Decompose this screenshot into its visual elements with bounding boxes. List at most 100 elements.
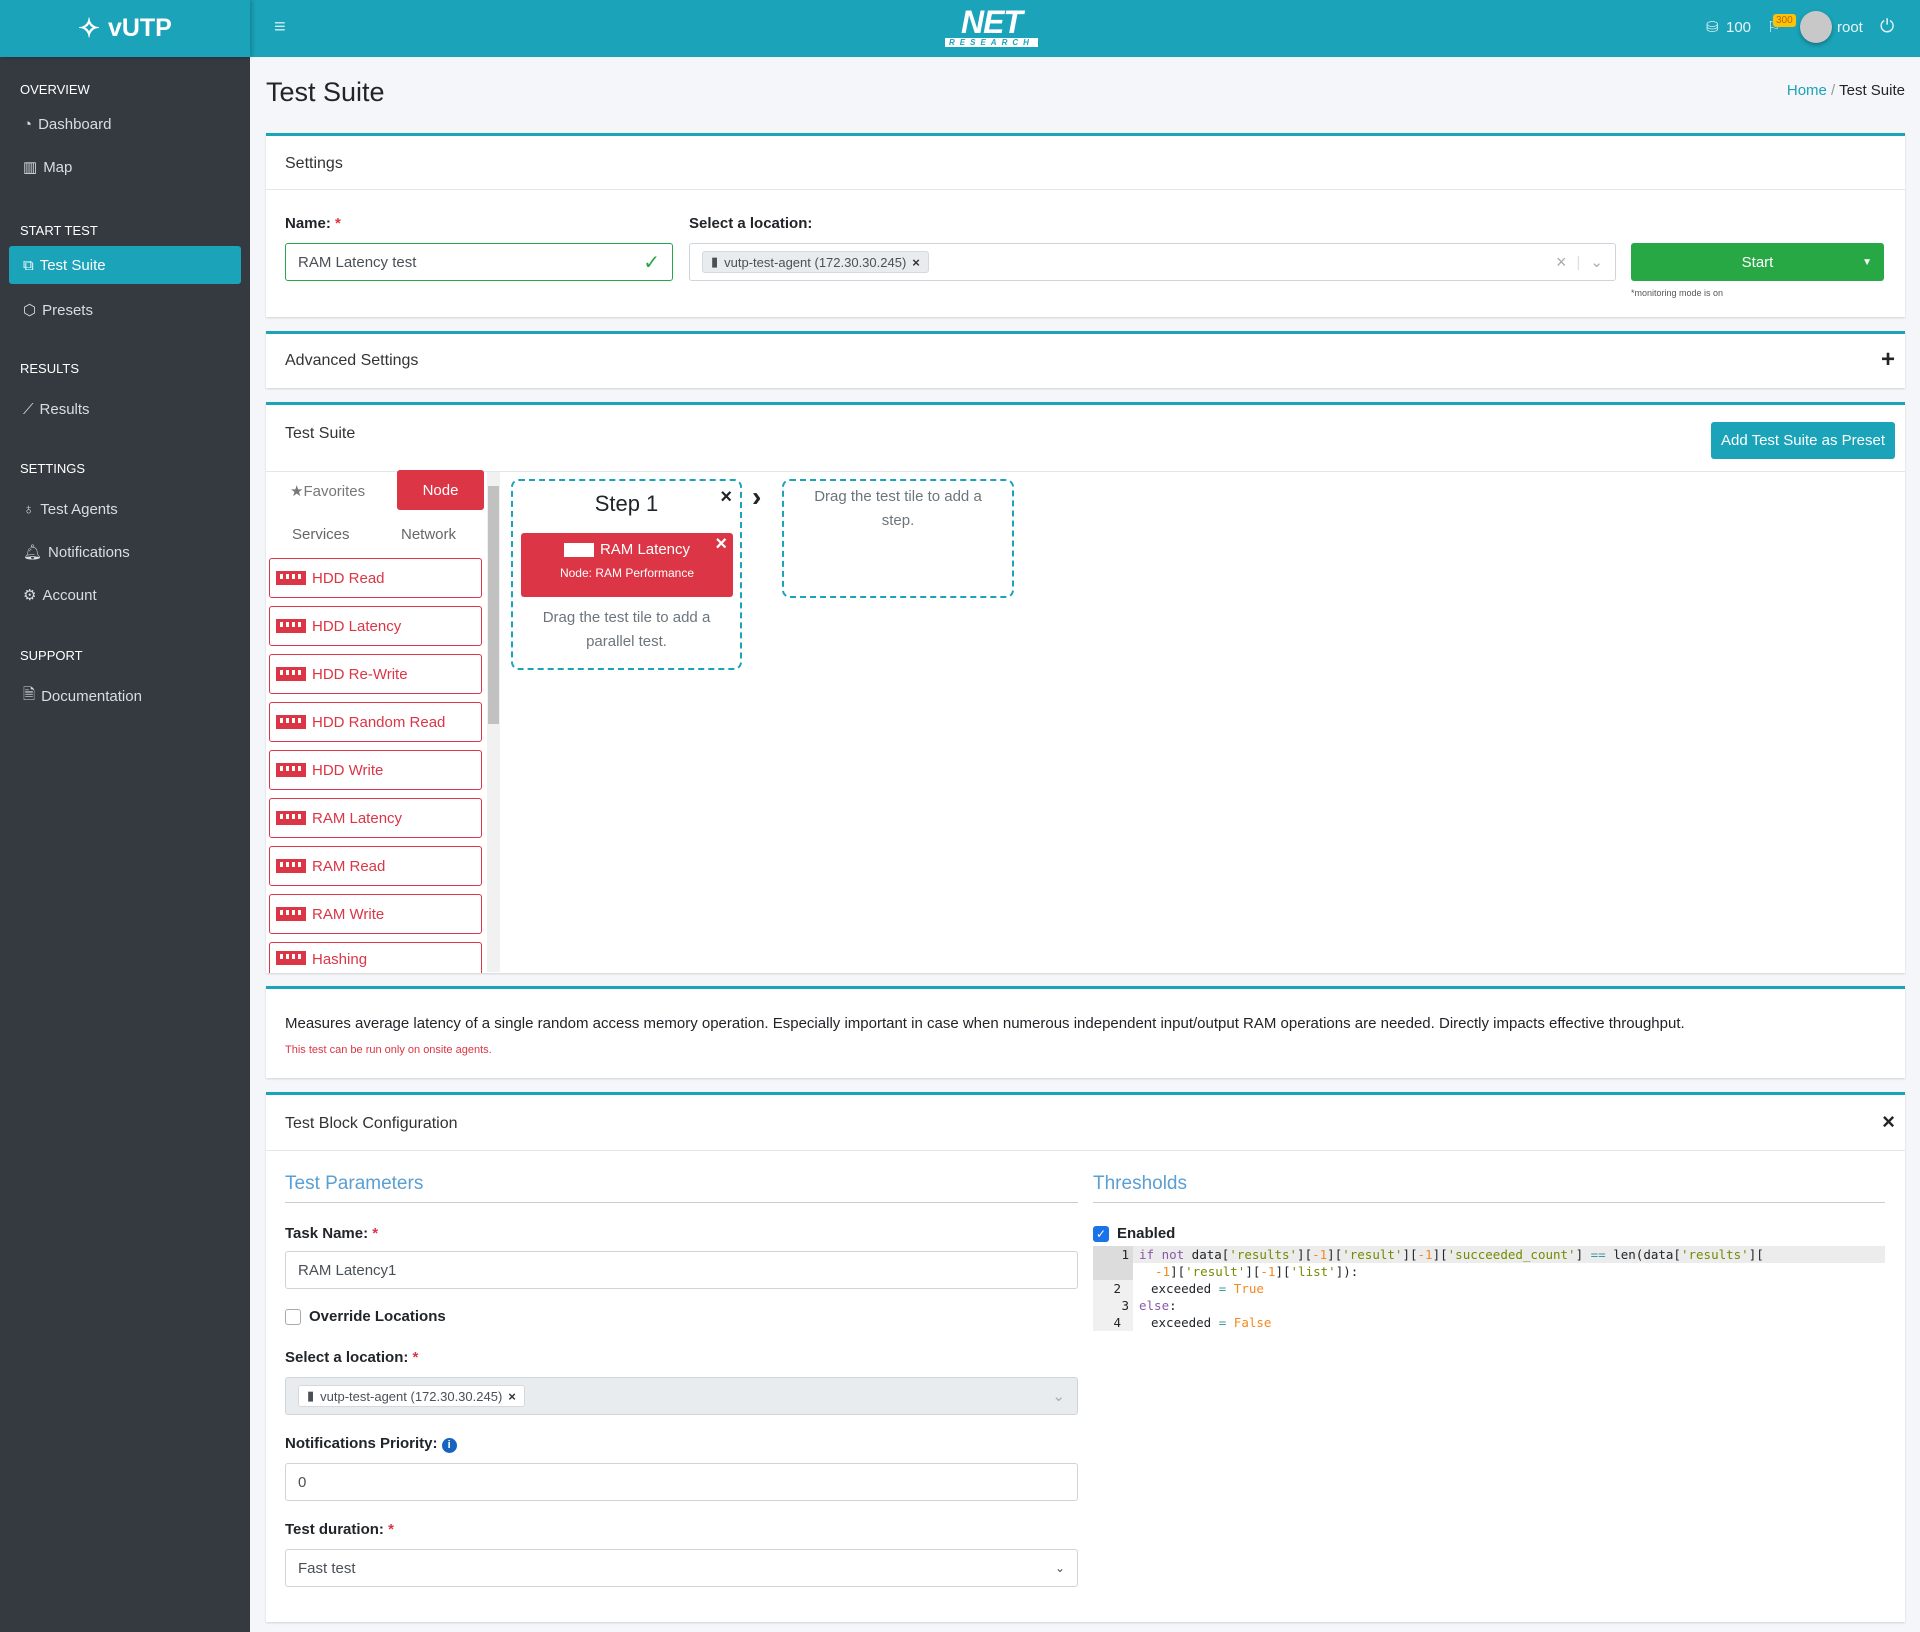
file-icon: 🗎︎ [23, 685, 36, 703]
ram-icon [276, 951, 306, 965]
cube-icon: ⬡ [23, 302, 37, 319]
onsite-note: This test can be run only on onsite agen… [285, 1044, 492, 1056]
notifications-badge: 300 [1773, 14, 1796, 27]
name-label: Name: * [285, 215, 341, 232]
top-navbar: ≡ NET RESEARCH ⛁ 100 ⚐ 300 root ⏻ [250, 0, 1920, 57]
net-research-logo: NET RESEARCH [945, 6, 1038, 47]
chip-icon: ▮ [307, 1388, 315, 1403]
monitoring-note: *monitoring mode is on [1631, 288, 1724, 298]
tile-hdd-write[interactable]: HDD Write [269, 750, 482, 790]
tile-ram-write[interactable]: RAM Write [269, 894, 482, 934]
tile-list-scrollbar[interactable] [487, 472, 500, 972]
sidebar-section-overview: OVERVIEW [20, 82, 90, 97]
checked-icon[interactable]: ✓ [1093, 1225, 1109, 1242]
tile-hdd-read[interactable]: HDD Read [269, 558, 482, 598]
tile-ram-read[interactable]: RAM Read [269, 846, 482, 886]
config-location-chip: ▮ vutp-test-agent (172.30.30.245) × [298, 1385, 525, 1407]
duration-select[interactable]: Fast test ⌄ [285, 1549, 1078, 1587]
sidebar-item-documentation[interactable]: 🗎︎ Documentation [9, 677, 241, 715]
page-title: Test Suite [266, 77, 385, 107]
stethoscope-icon: ♁ [23, 500, 35, 518]
sidebar-item-results[interactable]: ⟋ Results [9, 390, 241, 428]
chip-icon: ▮ [711, 254, 719, 269]
step-test-tile[interactable]: RAM Latency Node: RAM Performance × [521, 533, 733, 597]
tab-node[interactable]: Node [397, 470, 484, 510]
threshold-code-editor[interactable]: 1 if not data['results'][-1]['result'][-1… [1093, 1246, 1885, 1331]
test-parameters-heading: Test Parameters [285, 1173, 424, 1194]
settings-card: Settings Name: * RAM Latency test ✓ Selec… [266, 133, 1905, 317]
sidebar-item-test-agents[interactable]: ♁ Test Agents [9, 490, 241, 528]
close-step-icon[interactable]: × [720, 486, 732, 509]
test-block-config-card: Test Block Configuration × Test Paramete… [266, 1092, 1905, 1622]
tile-hdd-rewrite[interactable]: HDD Re-Write [269, 654, 482, 694]
next-step-dropzone[interactable]: Drag the test tile to add a step. [782, 479, 1014, 598]
close-config-icon[interactable]: × [1882, 1109, 1895, 1135]
ram-icon [276, 811, 306, 825]
ram-icon [276, 715, 306, 729]
test-description: Measures average latency of a single ran… [285, 1015, 1685, 1032]
ram-icon [276, 763, 306, 777]
advanced-settings-card[interactable]: Advanced Settings + [266, 331, 1905, 388]
config-location-select: ▮ vutp-test-agent (172.30.30.245) × ⌄ [285, 1377, 1078, 1415]
power-icon[interactable]: ⏻ [1880, 16, 1894, 37]
tab-network[interactable]: Network [401, 526, 456, 543]
clear-icon[interactable]: × [1556, 252, 1567, 273]
tile-hdd-latency[interactable]: HDD Latency [269, 606, 482, 646]
hamburger-menu-icon[interactable]: ≡ [274, 16, 286, 39]
name-input[interactable]: RAM Latency test ✓ [285, 243, 673, 281]
brand-logo[interactable]: ✧ vUTP [0, 0, 250, 57]
priority-label: Notifications Priority: i [285, 1435, 457, 1453]
checkbox-icon[interactable] [285, 1308, 301, 1325]
chevron-down-icon[interactable]: ⌄ [1052, 1387, 1065, 1405]
gear-icon: ⚙ [23, 587, 37, 604]
bell-icon: 🔔︎ [23, 544, 43, 561]
step-1-dropzone[interactable]: Step 1 × RAM Latency Node: RAM Performan… [511, 479, 742, 670]
start-button[interactable]: Start ▼ [1631, 243, 1884, 281]
sidebar-item-presets[interactable]: ⬡ Presets [9, 291, 241, 329]
sidebar: OVERVIEW ◔ Dashboard ▥ Map START TEST ⧉ Tes… [0, 57, 250, 1632]
user-name[interactable]: root [1837, 19, 1863, 36]
add-preset-button[interactable]: Add Test Suite as Preset [1711, 422, 1895, 459]
caret-down-icon[interactable]: ▼ [1862, 257, 1872, 268]
step-title: Step 1 [594, 491, 659, 516]
chevron-down-icon: ⌄ [1054, 1561, 1065, 1575]
remove-test-icon[interactable]: × [715, 533, 727, 556]
breadcrumb-home[interactable]: Home [1787, 82, 1827, 99]
avatar[interactable] [1800, 11, 1832, 43]
remove-chip-icon[interactable]: × [912, 255, 920, 270]
remove-chip-icon[interactable]: × [508, 1389, 516, 1404]
location-label: Select a location: [689, 215, 813, 232]
breadcrumb-current: Test Suite [1839, 82, 1905, 99]
task-name-input[interactable]: RAM Latency1 [285, 1251, 1078, 1289]
ram-icon [276, 859, 306, 873]
tab-services[interactable]: Services [292, 526, 350, 543]
sidebar-section-settings: SETTINGS [20, 461, 86, 476]
sidebar-section-results: RESULTS [20, 361, 79, 376]
ram-icon [276, 907, 306, 921]
task-name-label: Task Name: * [285, 1225, 379, 1242]
chevron-down-icon[interactable]: ⌄ [1590, 253, 1603, 271]
network-icon: ✧ [78, 13, 100, 43]
sidebar-item-notifications[interactable]: 🔔︎ Notifications [9, 533, 241, 571]
tab-favorites[interactable]: ★Favorites [290, 482, 365, 500]
breadcrumb: Home / Test Suite [1786, 82, 1905, 99]
description-card: Measures average latency of a single ran… [266, 986, 1905, 1078]
sidebar-item-map[interactable]: ▥ Map [9, 148, 241, 186]
override-locations-checkbox[interactable]: Override Locations [285, 1308, 446, 1325]
credits-count: 100 [1726, 19, 1752, 36]
priority-input[interactable]: 0 [285, 1463, 1078, 1501]
sidebar-item-test-suite[interactable]: ⧉ Test Suite [9, 246, 241, 284]
expand-plus-icon[interactable]: + [1881, 346, 1895, 374]
info-icon[interactable]: i [441, 1438, 457, 1453]
ram-icon [563, 542, 594, 557]
tile-hashing[interactable]: Hashing [269, 942, 482, 973]
tile-hdd-random-read[interactable]: HDD Random Read [269, 702, 482, 742]
sidebar-item-account[interactable]: ⚙ Account [9, 576, 241, 614]
ram-icon [276, 619, 306, 633]
settings-title: Settings [285, 155, 343, 172]
sidebar-item-dashboard[interactable]: ◔ Dashboard [9, 105, 241, 143]
enabled-checkbox[interactable]: ✓ Enabled [1093, 1225, 1175, 1242]
location-select[interactable]: ▮ vutp-test-agent (172.30.30.245) × × | ⌄ [689, 243, 1616, 281]
chevron-right-icon: › [752, 481, 762, 512]
tile-ram-latency[interactable]: RAM Latency [269, 798, 482, 838]
